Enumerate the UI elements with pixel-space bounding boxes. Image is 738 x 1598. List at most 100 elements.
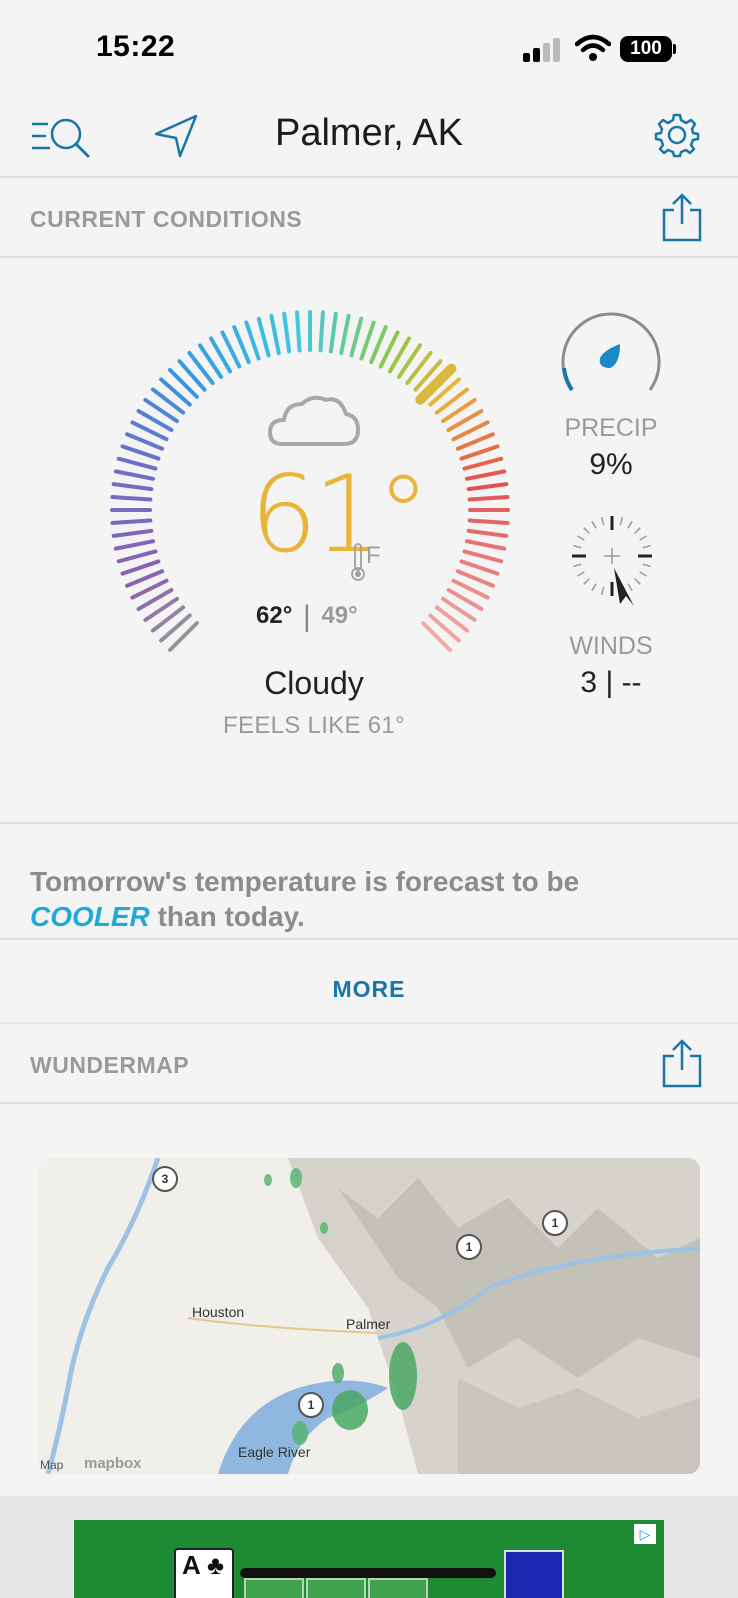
- compass-tick: [576, 535, 585, 541]
- condition-text: Cloudy: [264, 665, 364, 701]
- battery-tip: [673, 44, 676, 54]
- compass-tick: [634, 527, 641, 534]
- route-marker: 1: [542, 1210, 568, 1236]
- gauge-tick: [466, 528, 509, 538]
- gauge-tick: [116, 456, 158, 471]
- compass-tick: [642, 544, 651, 549]
- gauge-tick: [282, 311, 292, 354]
- share-icon[interactable]: [660, 192, 704, 244]
- compass-tick: [591, 520, 597, 529]
- compass-tick: [619, 517, 624, 526]
- divider: [0, 938, 738, 940]
- ad-area: A ♣ ▷: [0, 1496, 738, 1598]
- gauge-current-marker: [415, 363, 457, 405]
- precip-dial: [561, 312, 661, 392]
- ad-deck: [504, 1550, 564, 1598]
- gauge-tick: [466, 482, 509, 492]
- compass-tick: [639, 535, 648, 541]
- gauge-tick: [269, 313, 281, 356]
- route-marker: 1: [298, 1392, 324, 1418]
- winds-label: WINDS: [569, 632, 653, 660]
- gear-icon[interactable]: [652, 110, 702, 160]
- signal-icon: [523, 38, 563, 62]
- compass-tick: [627, 520, 633, 529]
- gauge-tick: [116, 549, 158, 564]
- status-time: 15:22: [96, 30, 176, 63]
- mapbox-logo[interactable]: mapbox: [84, 1455, 142, 1472]
- gauge-tick: [359, 320, 376, 361]
- gauge-tick: [111, 528, 154, 538]
- gauge-tick: [110, 518, 153, 525]
- gauge-tick: [318, 310, 325, 353]
- compass-center: [604, 548, 620, 564]
- compass-tick: [591, 583, 597, 592]
- compass-tick: [627, 583, 633, 592]
- wundermap[interactable]: 3 1 1 1 Houston Palmer Eagle River Map m…: [38, 1158, 700, 1474]
- cloud-icon: [268, 395, 360, 446]
- gauge-tick: [462, 456, 504, 471]
- map-label-houston: Houston: [192, 1304, 245, 1320]
- compass-tick: [639, 571, 648, 577]
- gauge-tick: [110, 495, 153, 502]
- compass-tick: [642, 563, 651, 568]
- ad-card: A ♣: [174, 1548, 234, 1598]
- route-marker: 1: [456, 1234, 482, 1260]
- forecast-highlight: COOLER: [30, 901, 150, 932]
- map-label-eagle-river: Eagle River: [238, 1444, 311, 1460]
- gauge-tick: [459, 444, 500, 461]
- gauge-tick: [349, 316, 364, 358]
- gauge-tick: [459, 559, 500, 576]
- winds-value: 3 | --: [580, 666, 642, 699]
- wind-compass-icon: [572, 516, 652, 606]
- status-bar: 15:22 100: [0, 0, 738, 100]
- compass-tick: [600, 586, 605, 595]
- gauge-tick: [467, 495, 510, 502]
- battery-indicator: 100: [620, 36, 672, 62]
- wundermap-header: WUNDERMAP: [0, 1024, 738, 1104]
- app-header: Palmer, AK: [0, 100, 738, 178]
- gauge-tick: [120, 444, 161, 461]
- location-title[interactable]: Palmer, AK: [0, 112, 738, 155]
- precip-label: PRECIP: [564, 414, 658, 442]
- share-icon[interactable]: [660, 1038, 704, 1090]
- adchoices-icon[interactable]: ▷: [634, 1524, 656, 1544]
- compass-tick: [583, 578, 590, 585]
- map-label-palmer: Palmer: [346, 1316, 391, 1332]
- forecast-text-before: Tomorrow's temperature is forecast to be: [30, 866, 580, 897]
- wundermap-label: WUNDERMAP: [30, 1052, 190, 1078]
- gauge-tick: [467, 518, 510, 525]
- current-conditions-header: CURRENT CONDITIONS: [0, 178, 738, 258]
- gauge-tick: [339, 313, 351, 356]
- gauge-tick: [111, 482, 154, 492]
- current-temperature: 61°: [250, 453, 430, 576]
- compass-tick: [634, 578, 641, 585]
- compass-tick: [583, 527, 590, 534]
- divider: [0, 822, 738, 824]
- ad-slot: [306, 1578, 366, 1598]
- gauge-tick: [295, 310, 302, 353]
- more-button[interactable]: MORE: [0, 957, 738, 1021]
- gauge-tick: [464, 469, 507, 481]
- precip-value: 9%: [589, 448, 633, 481]
- current-conditions-label: CURRENT CONDITIONS: [30, 206, 303, 232]
- gauge-tick: [328, 311, 338, 354]
- ad-slot: [244, 1578, 304, 1598]
- raindrop-icon: [599, 344, 620, 368]
- feels-like: FEELS LIKE 61°: [223, 712, 405, 739]
- map-attribution: Map: [40, 1458, 64, 1472]
- wind-direction-arrow: [614, 568, 634, 606]
- thermometer-icon: [351, 543, 365, 581]
- forecast-text-after: than today.: [157, 901, 305, 932]
- low-temp: 49°: [321, 602, 358, 629]
- gauge-tick: [256, 316, 271, 358]
- gauge-tick: [113, 469, 156, 481]
- high-low-separator: |: [302, 600, 311, 633]
- high-low: 62° | 49°: [256, 600, 358, 634]
- ad-slot: [368, 1578, 428, 1598]
- ad-banner[interactable]: A ♣ ▷: [74, 1520, 664, 1598]
- gauge-tick: [462, 549, 504, 564]
- gauge-tick: [244, 320, 261, 361]
- gauge-tick: [113, 539, 156, 551]
- temperature-unit: F: [366, 542, 381, 569]
- gauge-tick: [120, 559, 161, 576]
